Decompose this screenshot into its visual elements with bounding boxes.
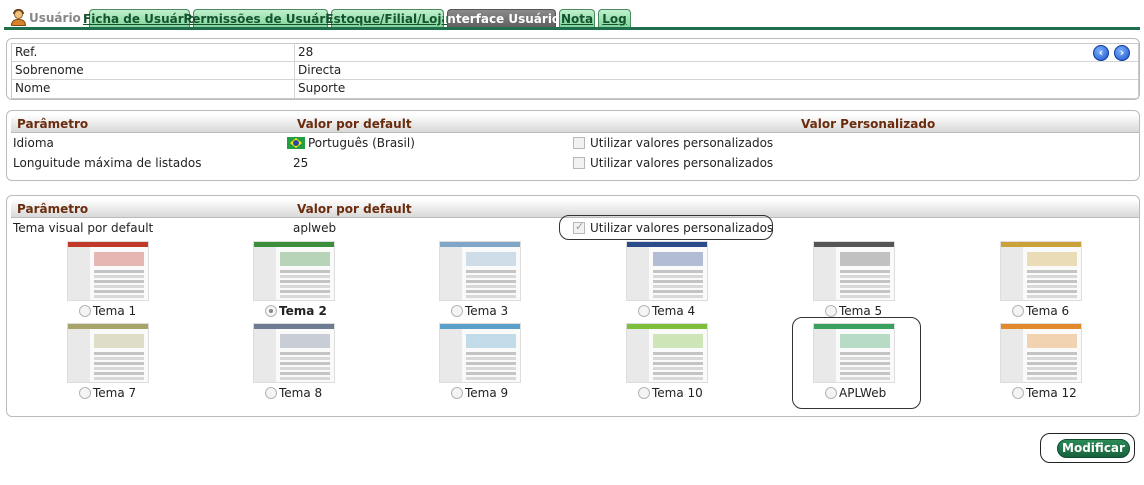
user-icon — [10, 9, 26, 26]
radio-icon[interactable] — [1012, 305, 1024, 317]
radio-icon[interactable] — [638, 305, 650, 317]
checkbox-icon[interactable] — [573, 137, 585, 149]
submit-frame: Modificar — [1040, 433, 1135, 463]
param-idioma-label: Idioma — [13, 136, 54, 150]
module-title: Usuário — [10, 8, 81, 28]
theme-thumbnail[interactable] — [626, 323, 708, 383]
params-panel: Parâmetro Valor por default Valor Person… — [6, 110, 1140, 181]
param-tema-default: aplweb — [293, 221, 337, 235]
theme-thumbnail[interactable] — [626, 241, 708, 301]
record-table: Ref. 28 Sobrenome Directa Nome Suporte — [11, 43, 1139, 99]
theme-label[interactable]: Tema 9 — [451, 386, 508, 400]
checkbox-icon[interactable] — [573, 157, 585, 169]
radio-icon[interactable] — [1012, 387, 1024, 399]
nome-label: Nome — [12, 80, 295, 98]
param-longitude-label: Longuitude máxima de listados — [13, 156, 202, 170]
tab-log[interactable]: Log — [598, 9, 631, 28]
theme-thumbnail[interactable] — [813, 241, 895, 301]
theme-thumbnail[interactable] — [1000, 241, 1082, 301]
theme-option[interactable]: Tema 4 — [626, 241, 708, 318]
radio-icon[interactable] — [79, 387, 91, 399]
theme-thumbnail[interactable] — [439, 241, 521, 301]
modificar-button[interactable]: Modificar — [1057, 439, 1130, 458]
col-valor-default: Valor por default — [297, 202, 412, 216]
tab-bar: Usuário Ficha de Usuário Permissões de U… — [0, 0, 1144, 32]
tab-underline — [4, 27, 1140, 30]
theme-option[interactable]: Tema 1 — [67, 241, 149, 318]
checkbox-icon[interactable] — [573, 220, 585, 234]
radio-icon[interactable] — [825, 305, 837, 317]
theme-option[interactable]: APLWeb — [813, 323, 895, 400]
radio-icon[interactable] — [451, 387, 463, 399]
param-idioma-default: Português (Brasil) — [287, 136, 415, 150]
brazil-flag-icon — [287, 137, 305, 149]
col-valor-default: Valor por default — [297, 117, 412, 131]
theme-option[interactable]: Tema 12 — [1000, 323, 1082, 400]
theme-thumbnail[interactable] — [1000, 323, 1082, 383]
theme-label[interactable]: Tema 10 — [638, 386, 703, 400]
theme-thumbnail[interactable] — [439, 323, 521, 383]
longitude-custom-checkbox[interactable]: Utilizar valores personalizados — [573, 156, 773, 170]
ref-value: 28 — [298, 45, 314, 59]
theme-label[interactable]: Tema 6 — [1012, 304, 1069, 318]
theme-thumbnail[interactable] — [67, 323, 149, 383]
sobrenome-label: Sobrenome — [12, 62, 295, 79]
table-row: Nome Suporte — [12, 80, 1138, 98]
radio-icon[interactable] — [265, 387, 277, 399]
tab-nota[interactable]: Nota — [559, 9, 595, 28]
module-label: Usuário — [29, 11, 81, 25]
tab-interface-usuario[interactable]: Interface Usuário — [443, 9, 560, 28]
table-row: Ref. 28 — [12, 44, 1138, 62]
col-parametro: Parâmetro — [17, 202, 89, 216]
tab-permissoes-usuario[interactable]: Permissões de Usuário — [183, 9, 338, 28]
theme-thumbnail[interactable] — [67, 241, 149, 301]
theme-label[interactable]: Tema 4 — [638, 304, 695, 318]
param-tema-label: Tema visual por default — [13, 221, 154, 235]
radio-icon[interactable] — [79, 305, 91, 317]
theme-thumbnail[interactable] — [253, 323, 335, 383]
theme-option[interactable]: Tema 3 — [439, 241, 521, 318]
col-valor-personalizado: Valor Personalizado — [801, 117, 936, 131]
arrow-left-icon[interactable]: ‹ — [1093, 45, 1109, 61]
tab-estoque-filial-loja[interactable]: Estoque/Filial/Loja — [325, 9, 450, 28]
radio-icon[interactable] — [265, 305, 277, 317]
table-row: Sobrenome Directa — [12, 62, 1138, 80]
tema-custom-checkbox[interactable]: Utilizar valores personalizados — [573, 220, 773, 235]
theme-label[interactable]: Tema 12 — [1012, 386, 1077, 400]
theme-option[interactable]: Tema 7 — [67, 323, 149, 400]
radio-icon[interactable] — [451, 305, 463, 317]
arrow-right-icon[interactable]: › — [1114, 45, 1130, 61]
theme-label[interactable]: Tema 8 — [265, 386, 322, 400]
theme-thumbnail[interactable] — [813, 323, 895, 383]
theme-label[interactable]: APLWeb — [825, 386, 886, 400]
radio-icon[interactable] — [638, 387, 650, 399]
radio-icon[interactable] — [825, 387, 837, 399]
theme-label[interactable]: Tema 2 — [265, 304, 327, 318]
theme-label[interactable]: Tema 7 — [79, 386, 136, 400]
param-longitude-default: 25 — [293, 156, 309, 170]
theme-panel: Parâmetro Valor por default Tema visual … — [6, 195, 1140, 417]
sobrenome-value: Directa — [298, 63, 342, 77]
theme-label[interactable]: Tema 1 — [79, 304, 136, 318]
theme-thumbnail[interactable] — [253, 241, 335, 301]
theme-label[interactable]: Tema 3 — [451, 304, 508, 318]
theme-label[interactable]: Tema 5 — [825, 304, 882, 318]
idioma-custom-checkbox[interactable]: Utilizar valores personalizados — [573, 136, 773, 150]
theme-option[interactable]: Tema 5 — [813, 241, 895, 318]
ref-label: Ref. — [12, 44, 295, 61]
theme-option[interactable]: Tema 6 — [1000, 241, 1082, 318]
theme-option[interactable]: Tema 8 — [253, 323, 335, 400]
nome-value: Suporte — [298, 81, 346, 95]
theme-option[interactable]: Tema 9 — [439, 323, 521, 400]
record-panel: Ref. 28 Sobrenome Directa Nome Suporte ‹… — [6, 38, 1140, 100]
tab-ficha-usuario[interactable]: Ficha de Usuário — [83, 9, 196, 28]
params-header: Parâmetro Valor por default Valor Person… — [11, 115, 1139, 133]
theme-option[interactable]: Tema 10 — [626, 323, 708, 400]
col-parametro: Parâmetro — [17, 117, 89, 131]
theme-option[interactable]: Tema 2 — [253, 241, 335, 318]
